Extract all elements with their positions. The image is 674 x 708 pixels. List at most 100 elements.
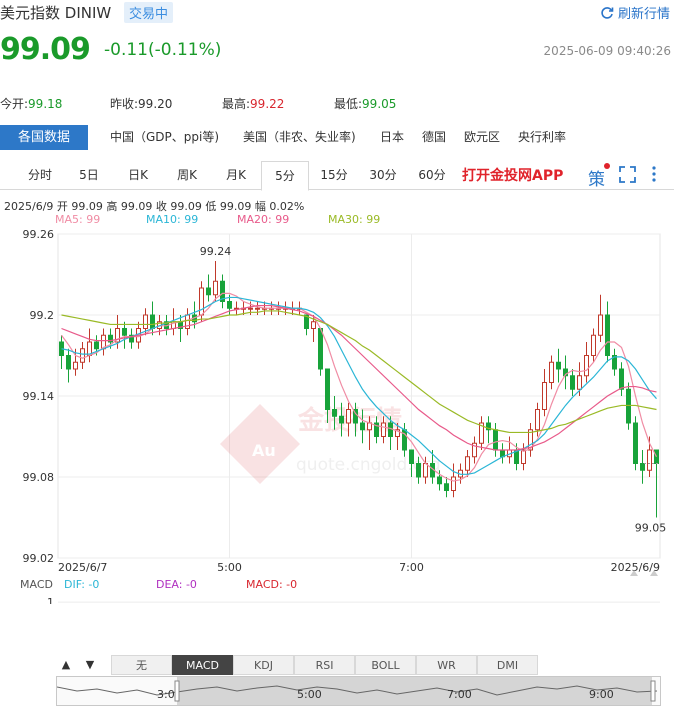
fullscreen-button[interactable]	[619, 166, 636, 187]
candle-body	[325, 368, 330, 410]
candle-body	[647, 449, 652, 471]
candle-body	[423, 463, 428, 478]
down-arrow-icon: ▼	[85, 658, 95, 671]
indicator-tab[interactable]: RSI	[294, 655, 355, 675]
period-tab[interactable]: 日K	[114, 161, 162, 190]
instrument-code: DINIW	[64, 4, 112, 22]
candle-body	[150, 314, 155, 329]
indicator-tab[interactable]: BOLL	[355, 655, 416, 675]
candle-body	[451, 476, 456, 491]
candle-body	[570, 375, 575, 390]
candle-body	[409, 449, 414, 464]
nav-label: 3:0	[157, 688, 175, 701]
candle-body	[521, 449, 526, 464]
stat-item: 最高:99.22	[222, 95, 284, 112]
data-tab[interactable]: 德国	[422, 125, 446, 150]
candle-body	[640, 463, 645, 471]
candle-body	[199, 287, 204, 316]
candle-body	[549, 361, 554, 383]
period-tab[interactable]: 30分	[359, 161, 407, 190]
candle-body	[437, 476, 442, 485]
macd-label-macd: MACD: -0	[246, 578, 298, 591]
quote-timestamp: 2025-06-09 09:40:26	[543, 44, 671, 58]
candle-body	[605, 314, 610, 356]
candle-body	[591, 334, 596, 356]
indicator-tab[interactable]: KDJ	[233, 655, 294, 675]
high-annotation: 99.24	[200, 245, 232, 258]
stat-label: 最低:	[334, 97, 363, 111]
period-tab[interactable]: 分时	[16, 161, 64, 190]
period-tab[interactable]: 5日	[65, 161, 113, 190]
data-tab[interactable]: 各国数据	[0, 125, 89, 150]
data-tab[interactable]: 美国（非农、失业率)	[243, 125, 356, 150]
candle-body	[381, 422, 386, 437]
data-tab[interactable]: 日本	[380, 125, 404, 150]
range-navigator[interactable]: 3:0 5:00 7:00 9:00	[56, 676, 661, 706]
candle-body	[66, 355, 71, 370]
candle-body	[213, 280, 218, 296]
stat-value: 99.05	[362, 97, 397, 111]
candle-body	[542, 382, 547, 410]
navigator-right-handle[interactable]	[650, 680, 656, 702]
period-tab[interactable]: 周K	[163, 161, 211, 190]
nav-label: 7:00	[447, 688, 472, 701]
stat-value: 99.22	[250, 97, 285, 111]
candle-body	[493, 429, 498, 451]
candle-body	[227, 301, 232, 309]
macd-label-dif: DIF: -0	[64, 578, 100, 591]
candle-body	[584, 355, 589, 377]
candle-body	[80, 348, 85, 363]
price-change: -0.11(-0.11%)	[104, 40, 222, 60]
down-arrow-button[interactable]: ▼	[82, 656, 98, 674]
instrument-title: 美元指数 DINIW	[0, 2, 111, 23]
x-tick-label: 2025/6/7	[58, 561, 107, 574]
watermark-logo-text: Au	[252, 441, 276, 460]
stat-item: 昨收:99.20	[110, 95, 172, 112]
strategy-button[interactable]: 策	[588, 163, 610, 190]
status-badge: 交易中	[124, 2, 174, 23]
candle-body	[346, 409, 351, 424]
data-tab[interactable]: 中国（GDP、ppi等)	[110, 125, 219, 150]
open-app-link[interactable]: 打开金投网APP	[462, 165, 563, 185]
period-tab[interactable]: 15分	[310, 161, 358, 190]
period-tab[interactable]: 60分	[408, 161, 456, 190]
indicator-tab[interactable]: DMI	[477, 655, 538, 675]
candle-body	[633, 422, 638, 464]
notification-dot	[604, 163, 610, 169]
data-tab[interactable]: 央行利率	[518, 125, 566, 150]
low-annotation: 99.05	[635, 522, 667, 535]
y-tick-label: 99.08	[23, 471, 55, 484]
more-menu-button[interactable]	[650, 165, 658, 187]
refresh-label: 刷新行情	[617, 7, 670, 22]
period-tab[interactable]: 月K	[212, 161, 260, 190]
candle-body	[556, 361, 561, 370]
strategy-label: 策	[588, 170, 605, 190]
indicator-tab[interactable]: WR	[416, 655, 477, 675]
stat-label: 最高:	[222, 97, 251, 111]
y-tick-label: 99.26	[23, 228, 55, 241]
candle-body	[94, 341, 99, 350]
candle-body	[332, 409, 337, 417]
candle-body	[388, 422, 393, 437]
candlestick-chart[interactable]: 99.26 99.2 99.14 99.08 99.022025/6/7 5:00 7:00…	[0, 224, 674, 604]
refresh-icon	[601, 6, 614, 19]
up-arrow-icon: ▲	[61, 658, 71, 671]
current-price: 99.09	[0, 32, 91, 67]
period-tabs: 分时 5日 日K 周K 月K 5分 15分 30分 60分	[0, 161, 674, 191]
economic-data-tabs: 各国数据 中国（GDP、ppi等) 美国（非农、失业率) 日本 德国 欧元区 央行利率	[0, 125, 674, 150]
up-arrow-button[interactable]: ▲	[58, 656, 74, 674]
data-tab[interactable]: 欧元区	[464, 125, 500, 150]
candle-body	[255, 307, 260, 310]
macd-panel: 1-1	[47, 596, 660, 604]
navigator-left-handle[interactable]	[174, 680, 180, 702]
period-tab[interactable]: 5分	[261, 161, 309, 191]
refresh-button[interactable]: 刷新行情	[600, 3, 670, 22]
nav-label: 9:00	[589, 688, 614, 701]
x-tick-label: 5:00	[217, 561, 242, 574]
candle-body	[577, 375, 582, 390]
indicator-tab[interactable]: 无	[111, 655, 172, 675]
y-tick-label: 99.2	[30, 309, 55, 322]
candle-body	[73, 361, 78, 370]
indicator-tab[interactable]: MACD	[172, 655, 233, 675]
candle-body	[416, 463, 421, 478]
